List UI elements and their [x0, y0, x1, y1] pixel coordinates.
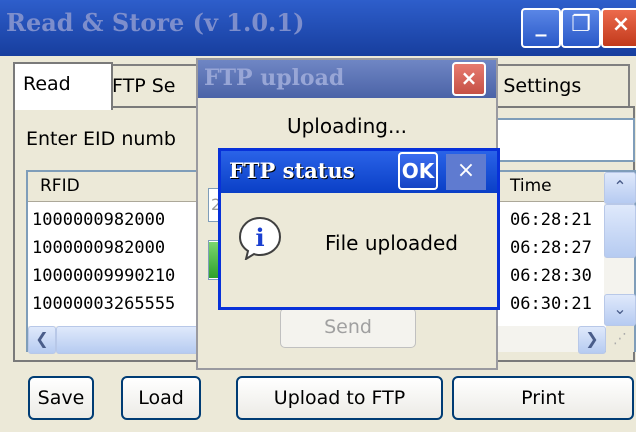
ok-button[interactable]: OK [398, 152, 438, 190]
minimize-button[interactable]: _ [521, 8, 561, 48]
scroll-left-icon[interactable]: ❮ [28, 326, 56, 354]
restore-button[interactable]: ❐ [561, 8, 601, 48]
row-rfid[interactable]: 10000009990210 [32, 266, 175, 286]
scroll-up-icon[interactable]: ⌃ [604, 172, 636, 204]
column-header-time[interactable]: Time [510, 176, 552, 196]
eid-input[interactable] [495, 118, 635, 162]
row-time[interactable]: 06:28:21 [510, 210, 592, 230]
main-title-bar: Read & Store (v 1.0.1) _ ❐ × [0, 0, 636, 56]
vertical-scrollbar[interactable]: ⌃ ⌄ [604, 172, 636, 326]
print-button[interactable]: Print [452, 376, 634, 420]
send-button[interactable]: Send [280, 308, 416, 348]
tab-read[interactable]: Read [13, 62, 113, 110]
uploading-status: Uploading... [286, 114, 408, 138]
row-rfid[interactable]: 1000000982000 [32, 238, 165, 258]
load-button[interactable]: Load [121, 376, 201, 420]
main-window-title: Read & Store (v 1.0.1) [6, 8, 305, 37]
column-header-rfid[interactable]: RFID [40, 176, 80, 196]
ftp-status-close-button[interactable]: × [446, 154, 486, 190]
upload-to-ftp-button[interactable]: Upload to FTP [236, 376, 443, 420]
row-time[interactable]: 06:30:21 [510, 294, 592, 314]
save-button[interactable]: Save [28, 376, 94, 420]
row-rfid[interactable]: 1000000982000 [32, 210, 165, 230]
scroll-down-icon[interactable]: ⌄ [604, 294, 636, 326]
eid-label: Enter EID numb [26, 128, 176, 150]
ftp-upload-close-button[interactable]: × [452, 62, 486, 96]
ftp-upload-title: FTP upload [204, 65, 345, 91]
tab-gps-settings[interactable]: 'S Settings [478, 64, 630, 108]
scroll-right-icon[interactable]: ❯ [578, 326, 606, 354]
close-window-button[interactable]: × [601, 8, 636, 48]
ftp-status-title: FTP status [229, 158, 355, 183]
row-time[interactable]: 06:28:30 [510, 266, 592, 286]
row-time[interactable]: 06:28:27 [510, 238, 592, 258]
row-rfid[interactable]: 10000003265555 [32, 294, 175, 314]
info-icon-glyph: i [255, 223, 264, 252]
scroll-thumb[interactable] [604, 204, 636, 258]
info-icon: i [238, 216, 282, 262]
resize-grip-icon[interactable]: ⋰ [606, 326, 634, 352]
ftp-status-message: File uploaded [325, 231, 458, 255]
